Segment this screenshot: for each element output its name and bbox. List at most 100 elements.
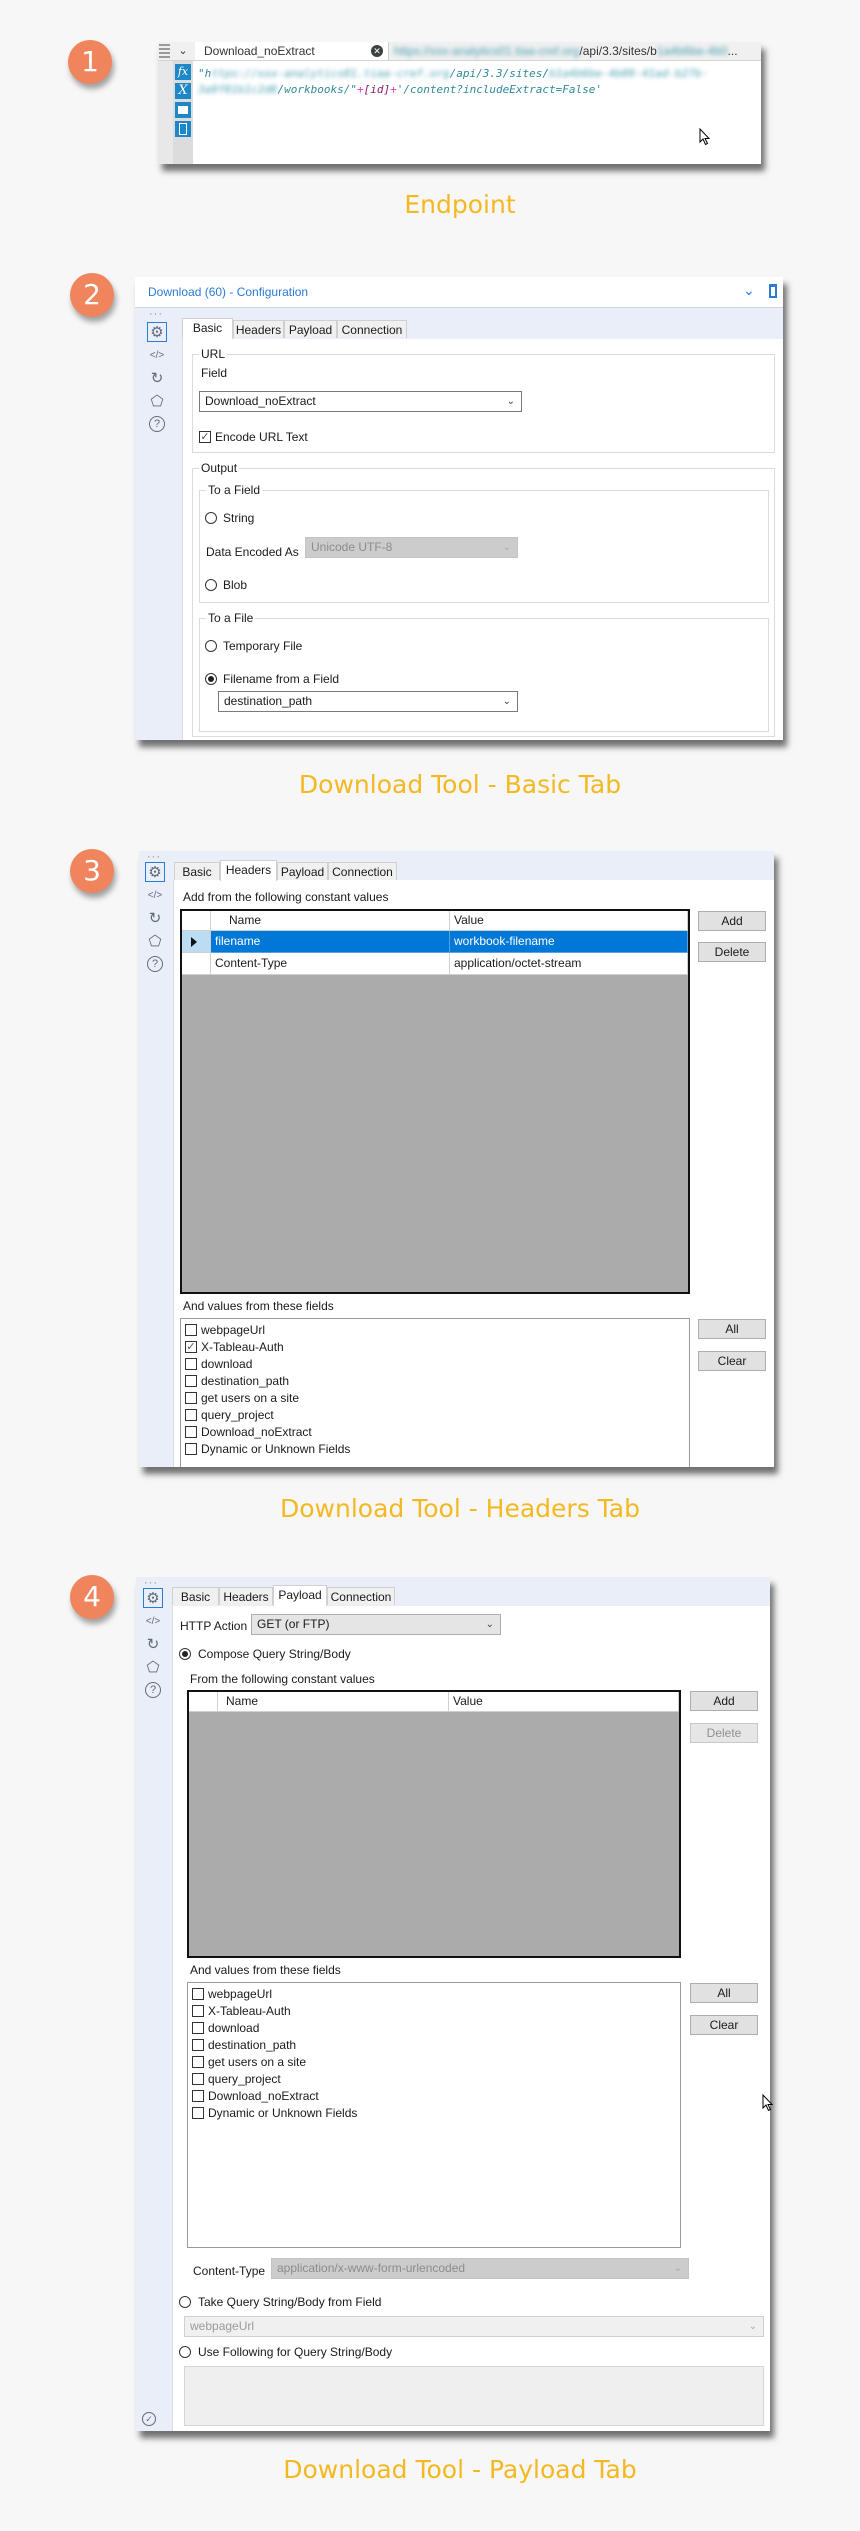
folder-icon[interactable] <box>175 102 191 118</box>
use-following-radio[interactable] <box>179 2346 191 2358</box>
field-checkbox[interactable] <box>185 1426 197 1438</box>
tab-headers[interactable]: Headers <box>219 1587 273 1605</box>
pin-icon[interactable] <box>769 284 777 298</box>
field-checkbox[interactable] <box>185 1409 197 1421</box>
payload-constant-grid[interactable]: Name Value <box>187 1690 681 1958</box>
circle-arrow-icon[interactable]: ↻ <box>143 1634 163 1654</box>
variable-x-icon[interactable]: X <box>175 83 191 99</box>
headers-field-list[interactable]: webpageUrl ✓ X-Tableau-Auth download destina… <box>180 1318 690 1467</box>
mouse-cursor-icon <box>762 2094 774 2112</box>
chevron-down-icon: ⌄ <box>485 1619 494 1630</box>
code-icon[interactable]: </> <box>145 885 165 905</box>
code-icon[interactable]: </> <box>143 1611 163 1631</box>
field-label: webpageUrl <box>208 1987 273 2001</box>
column-header-value[interactable]: Value <box>450 911 688 931</box>
field-label: destination_path <box>201 1374 290 1388</box>
tab-connection[interactable]: Connection <box>327 1587 395 1605</box>
tag-icon[interactable]: ⬠ <box>143 1657 163 1677</box>
data-encoded-dropdown[interactable]: Unicode UTF-8 ⌄ <box>305 537 518 558</box>
data-encoded-label: Data Encoded As <box>206 545 299 559</box>
header-row-name[interactable]: filename <box>211 931 450 953</box>
grip-icon[interactable] <box>159 44 170 58</box>
field-checkbox[interactable] <box>185 1375 197 1387</box>
field-checkbox[interactable] <box>192 2039 204 2051</box>
column-header-name[interactable]: Name <box>218 1692 449 1712</box>
expression-line-1[interactable]: "https://xxx-analytics01.tiaa-cref.org/a… <box>198 67 708 80</box>
help-icon[interactable]: ? <box>145 1682 161 1698</box>
gear-icon[interactable]: ⚙ <box>147 322 167 342</box>
field-checkbox[interactable] <box>192 2073 204 2085</box>
circle-arrow-icon[interactable]: ↻ <box>147 368 167 388</box>
tag-icon[interactable]: ⬠ <box>145 931 165 951</box>
header-row-value[interactable]: workbook-filename <box>450 931 688 953</box>
field-checkbox[interactable] <box>192 2090 204 2102</box>
tab-basic[interactable]: Basic <box>172 1587 219 1605</box>
tab-headers[interactable]: Headers <box>233 320 284 338</box>
column-header-name[interactable]: Name <box>211 911 450 931</box>
more-icon[interactable]: ··· <box>149 308 163 320</box>
tab-basic[interactable]: Basic <box>174 862 220 880</box>
field-checkbox[interactable] <box>185 1324 197 1336</box>
code-icon[interactable]: </> <box>147 345 167 365</box>
circle-arrow-icon[interactable]: ↻ <box>145 908 165 928</box>
column-header-value[interactable]: Value <box>449 1692 679 1712</box>
temporary-file-radio[interactable] <box>205 640 217 652</box>
tab-connection[interactable]: Connection <box>328 862 397 880</box>
string-literal: "h <box>198 67 212 80</box>
header-row-name[interactable]: Content-Type <box>211 953 450 975</box>
config-header: Download (60) - Configuration ⌄ <box>135 277 783 308</box>
select-all-button[interactable]: All <box>698 1319 766 1339</box>
collapse-chevron-icon[interactable]: ⌄ <box>743 282 755 299</box>
field-checkbox[interactable] <box>185 1358 197 1370</box>
headers-constant-grid[interactable]: Name Value filename workbook-filename Co… <box>180 909 690 1294</box>
help-icon[interactable]: ? <box>147 956 163 972</box>
chevron-down-icon[interactable]: ⌄ <box>174 42 192 60</box>
tab-connection[interactable]: Connection <box>337 320 407 338</box>
take-from-field-radio[interactable] <box>179 2296 191 2308</box>
tab-payload[interactable]: Payload <box>284 320 337 338</box>
compose-radio[interactable] <box>179 1648 191 1660</box>
clear-button[interactable]: Clear <box>690 2015 758 2035</box>
query-body-textarea <box>184 2366 764 2426</box>
field-checkbox[interactable] <box>192 1988 204 2000</box>
fx-icon[interactable]: fx <box>175 64 191 80</box>
encode-url-checkbox[interactable]: ✓ <box>199 431 211 443</box>
tag-icon[interactable]: ⬠ <box>147 391 167 411</box>
url-field-dropdown[interactable]: Download_noExtract ⌄ <box>199 391 522 412</box>
field-checkbox[interactable] <box>192 2005 204 2017</box>
clear-button[interactable]: Clear <box>698 1351 766 1371</box>
gear-icon[interactable]: ⚙ <box>143 1588 163 1608</box>
payload-field-list[interactable]: webpageUrl X-Tableau-Auth download destinat… <box>187 1982 681 2248</box>
add-button[interactable]: Add <box>698 911 766 931</box>
http-action-dropdown[interactable]: GET (or FTP) ⌄ <box>251 1614 501 1635</box>
tab-payload[interactable]: Payload <box>277 862 328 880</box>
field-checkbox[interactable] <box>185 1392 197 1404</box>
filename-field-dropdown[interactable]: destination_path ⌄ <box>218 691 518 712</box>
filename-from-field-radio[interactable] <box>205 673 217 685</box>
config-panel-headers: ··· ⚙ </> ↻ ⬠? Basic Headers Payload Connectio… <box>139 851 774 1467</box>
select-all-button[interactable]: All <box>690 1983 758 2003</box>
config-title: Download (60) - Configuration <box>148 285 309 299</box>
close-icon[interactable]: ✕ <box>371 45 383 57</box>
tab-payload[interactable]: Payload <box>273 1585 327 1606</box>
field-checkbox[interactable]: ✓ <box>185 1341 197 1353</box>
field-tab[interactable]: Download_noExtract ✕ <box>195 42 389 60</box>
help-icon[interactable]: ? <box>149 416 165 432</box>
string-radio[interactable] <box>205 512 217 524</box>
field-checkbox[interactable] <box>192 2056 204 2068</box>
tab-basic[interactable]: Basic <box>182 318 233 339</box>
blob-radio[interactable] <box>205 579 217 591</box>
device-icon[interactable] <box>175 121 191 137</box>
add-button[interactable]: Add <box>690 1691 758 1711</box>
tab-headers[interactable]: Headers <box>220 860 277 881</box>
field-checkbox[interactable] <box>185 1443 197 1455</box>
field-checkbox[interactable] <box>192 2022 204 2034</box>
to-field-label: To a Field <box>206 483 263 497</box>
field-checkbox[interactable] <box>192 2107 204 2119</box>
gear-icon[interactable]: ⚙ <box>145 862 165 882</box>
delete-button[interactable]: Delete <box>698 942 766 962</box>
expression-line-2[interactable]: 3a9f81b1c2d6/workbooks/"+[id]+'/content?… <box>198 83 602 96</box>
row-selector[interactable] <box>182 931 211 953</box>
row-selector[interactable] <box>182 953 211 975</box>
header-row-value[interactable]: application/octet-stream <box>450 953 688 975</box>
